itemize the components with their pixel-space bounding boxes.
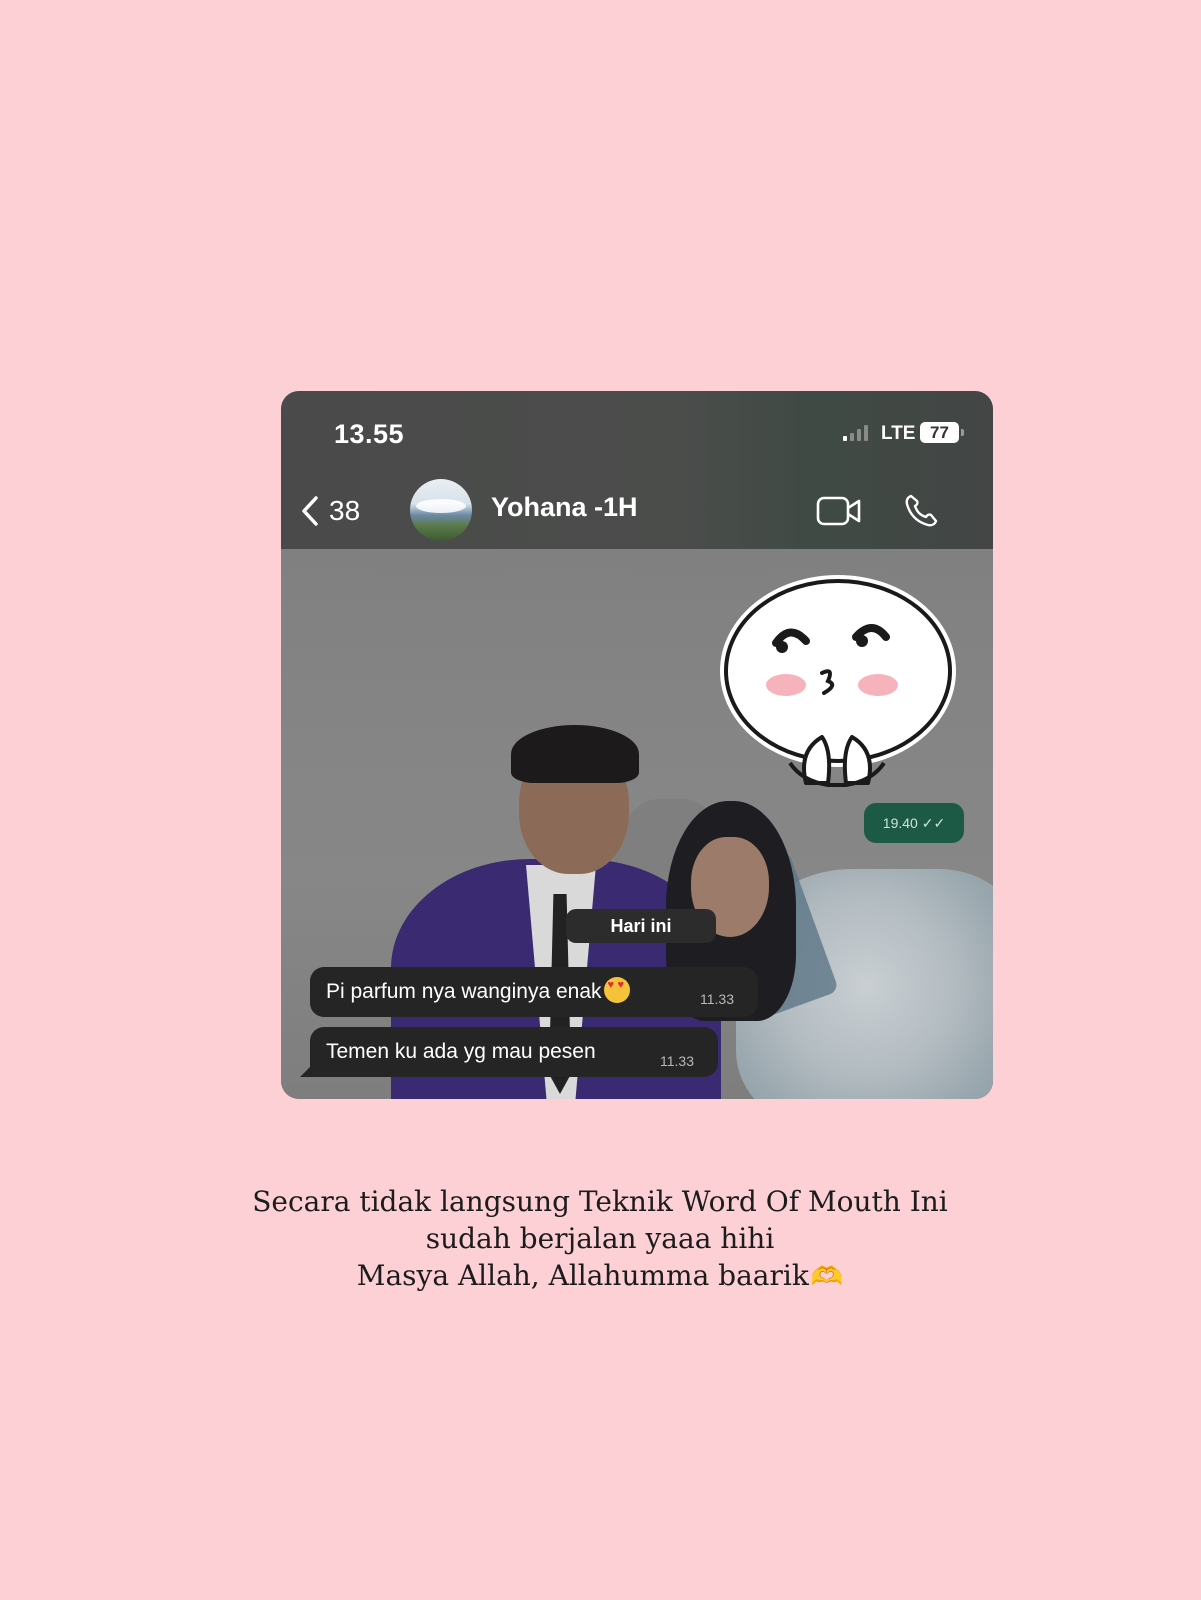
message-text: Temen ku ada yg mau pesen <box>326 1040 596 1063</box>
chat-screenshot-card: 13.55 LTE 77 38 Yohana -1H 19.40 ✓✓ Hari… <box>281 391 993 1099</box>
sticker-timestamp: 19.40 ✓✓ <box>864 803 964 843</box>
story-caption: Secara tidak langsung Teknik Word Of Mou… <box>150 1183 1050 1296</box>
phone-icon[interactable] <box>903 493 939 529</box>
back-button[interactable]: 38 <box>301 491 360 531</box>
caption-line-1: Secara tidak langsung Teknik Word Of Mou… <box>252 1185 948 1218</box>
signal-strength-icon <box>843 425 868 441</box>
message-bubble[interactable]: Temen ku ada yg mau pesen 11.33 <box>310 1027 718 1077</box>
contact-avatar[interactable] <box>410 479 472 541</box>
date-separator: Hari ini <box>566 909 716 943</box>
unread-count: 38 <box>329 495 361 526</box>
message-text: Pi parfum nya wanginya enak <box>326 980 602 1003</box>
status-time: 13.55 <box>334 419 405 449</box>
heart-hands-icon: 🫶 <box>810 1262 844 1292</box>
kissing-face-sticker[interactable] <box>718 571 958 811</box>
heart-eyes-emoji-icon <box>603 977 630 1004</box>
network-label: LTE <box>881 423 916 444</box>
message-bubble[interactable]: Pi parfum nya wanginya enak 11.33 <box>310 967 758 1017</box>
message-time: 11.33 <box>700 991 734 1007</box>
chat-header: 13.55 LTE 77 38 Yohana -1H <box>281 391 993 549</box>
chat-wallpaper: 19.40 ✓✓ Hari ini Pi parfum nya wanginya… <box>281 549 993 1099</box>
contact-name[interactable]: Yohana -1H <box>491 492 638 523</box>
double-check-icon: ✓✓ <box>921 815 946 831</box>
caption-line-2: sudah berjalan yaaa hihi <box>425 1222 775 1255</box>
message-time: 11.33 <box>660 1053 694 1069</box>
battery-icon: 77 <box>920 422 964 443</box>
video-camera-icon[interactable] <box>816 495 862 527</box>
caption-line-3: Masya Allah, Allahumma baarik🫶 <box>150 1257 1050 1296</box>
chevron-left-icon <box>302 496 318 526</box>
